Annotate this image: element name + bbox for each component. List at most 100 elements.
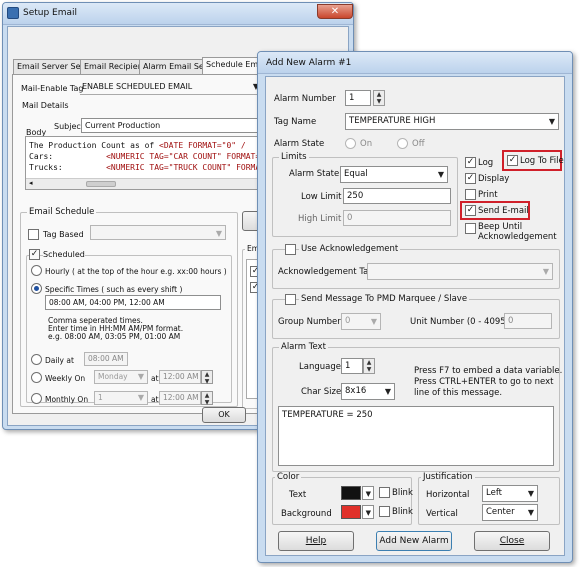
monthly-label: Monthly On	[45, 395, 89, 404]
chevron-down-icon: ▼	[365, 509, 371, 517]
char-size-combo[interactable]: 8x16 ▼	[341, 383, 395, 400]
text-color-swatch[interactable]	[341, 486, 361, 500]
background-color-label: Background	[281, 509, 332, 519]
alarm-text-textarea[interactable]: TEMPERATURE = 250	[278, 406, 554, 466]
weekly-at-label: at	[151, 374, 159, 383]
weekly-day-combo[interactable]: Monday ▼	[94, 370, 148, 384]
vertical-combo[interactable]: Center ▼	[482, 504, 538, 521]
specific-times-input[interactable]: 08:00 AM, 04:00 PM, 12:00 AM	[45, 295, 221, 310]
alarm-text-label: Alarm Text	[279, 342, 328, 352]
tag-based-combo[interactable]: ▼	[90, 225, 226, 240]
daily-label: Daily at	[45, 356, 74, 365]
alarm-state-on-radio[interactable]	[345, 138, 356, 149]
subject-value: Current Production	[85, 121, 161, 130]
alarm-state-label: Alarm State	[274, 139, 325, 149]
add-new-alarm-window: Add New Alarm #1 Alarm Number 1 ▲ ▼ Tag N…	[257, 51, 573, 563]
ok-button[interactable]: OK	[202, 407, 246, 423]
scroll-thumb[interactable]	[86, 181, 116, 187]
add-new-alarm-button[interactable]: Add New Alarm	[376, 531, 452, 551]
close-icon[interactable]: ✕	[317, 4, 353, 19]
daily-radio[interactable]	[31, 354, 42, 365]
log-label: Log	[478, 158, 494, 168]
low-limit-label: Low Limit	[301, 192, 342, 202]
specific-times-radio[interactable]	[31, 283, 42, 294]
high-limit-label: High Limit	[298, 214, 342, 224]
background-color-swatch[interactable]	[341, 505, 361, 519]
send-email-checkbox[interactable]: ✓	[465, 205, 476, 216]
alarm-state-off-radio[interactable]	[397, 138, 408, 149]
alarm-state-on-label: On	[360, 139, 373, 149]
scheduled-checkbox[interactable]: ✓	[29, 249, 40, 260]
display-checkbox[interactable]: ✓	[465, 173, 476, 184]
weekly-radio[interactable]	[31, 372, 42, 383]
tag-name-value: TEMPERATURE HIGH	[349, 116, 436, 126]
text-blink-checkbox[interactable]	[379, 487, 390, 498]
setup-email-titlebar[interactable]: Setup Email ✕	[3, 3, 353, 25]
limits-label: Limits	[279, 152, 309, 162]
high-limit-input[interactable]: 0	[343, 210, 451, 226]
print-checkbox[interactable]	[465, 189, 476, 200]
daily-time-input[interactable]: 08:00 AM	[84, 352, 128, 366]
chevron-down-icon: ▼	[384, 387, 391, 396]
justification-label: Justification	[421, 472, 475, 482]
limits-alarm-state-label: Alarm State	[289, 169, 340, 179]
monthly-time-spinner[interactable]: ▲ ▼	[201, 391, 213, 406]
ctrl-hint: Press CTRL+ENTER to go to next line of t…	[414, 377, 554, 398]
body-line-2: Cars: <NUMERIC TAG="CAR COUNT" FORMAT="	[29, 152, 266, 161]
pmd-label: Send Message To PMD Marquee / Slave	[299, 294, 470, 304]
alarm-number-input[interactable]: 1	[345, 90, 371, 106]
horizontal-combo[interactable]: Left ▼	[482, 485, 538, 502]
mail-enable-tag-combo[interactable]: ENABLE SCHEDULED EMAIL ▼	[80, 81, 262, 95]
use-ack-label: Use Acknowledgement	[299, 244, 401, 254]
hint-line-3: e.g. 08:00 AM, 03:05 PM, 01:00 AM	[48, 332, 181, 341]
add-alarm-titlebar[interactable]: Add New Alarm #1	[258, 52, 572, 74]
chevron-down-icon: ▼	[527, 489, 534, 498]
background-color-dropdown[interactable]: ▼	[362, 505, 374, 519]
monthly-day-combo[interactable]: 1 ▼	[94, 391, 148, 405]
ack-tag-combo[interactable]: ▼	[367, 263, 553, 280]
beep-checkbox[interactable]	[465, 223, 476, 234]
weekly-time-spinner[interactable]: ▲ ▼	[201, 370, 213, 385]
language-spinner[interactable]: ▲ ▼	[363, 358, 375, 374]
unit-number-label: Unit Number (0 - 4095)	[410, 317, 509, 327]
help-button[interactable]: Help	[278, 531, 354, 551]
text-color-label: Text	[289, 490, 307, 500]
log-checkbox[interactable]: ✓	[465, 157, 476, 168]
low-limit-input[interactable]: 250	[343, 188, 451, 204]
background-blink-label: Blink	[392, 507, 413, 517]
send-email-label: Send E-mail	[478, 206, 529, 216]
app-icon	[7, 7, 19, 19]
add-alarm-title: Add New Alarm #1	[266, 58, 352, 68]
chevron-down-icon: ▼	[137, 393, 144, 402]
alarm-text-value: TEMPERATURE = 250	[282, 410, 373, 420]
pmd-checkbox[interactable]	[285, 294, 296, 305]
hourly-radio[interactable]	[31, 265, 42, 276]
tag-name-combo[interactable]: TEMPERATURE HIGH ▼	[345, 113, 559, 130]
close-button[interactable]: Close	[474, 531, 550, 551]
use-ack-checkbox[interactable]	[285, 244, 296, 255]
body-line-3: Trucks: <NUMERIC TAG="TRUCK COUNT" FORMA…	[29, 163, 266, 172]
group-number-combo[interactable]: 0 ▼	[341, 313, 381, 330]
monthly-radio[interactable]	[31, 393, 42, 404]
alarm-number-label: Alarm Number	[274, 94, 336, 104]
limits-alarm-state-combo[interactable]: Equal ▼	[340, 166, 448, 183]
background-blink-checkbox[interactable]	[379, 506, 390, 517]
chevron-down-icon: ▼	[137, 372, 144, 381]
weekly-label: Weekly On	[45, 374, 86, 383]
alarm-state-off-label: Off	[412, 139, 425, 149]
log-to-file-label: Log To File	[520, 156, 564, 166]
unit-number-input[interactable]: 0	[504, 313, 552, 329]
horizontal-label: Horizontal	[426, 490, 470, 500]
language-input[interactable]: 1	[341, 358, 363, 374]
email-schedule-label: Email Schedule	[27, 207, 97, 217]
scheduled-label: Scheduled	[43, 250, 85, 259]
weekly-time-input[interactable]: 12:00 AM	[159, 370, 201, 384]
mail-enable-tag-label: Mail-Enable Tag	[21, 84, 84, 93]
tag-based-checkbox[interactable]	[28, 229, 39, 240]
tag-name-label: Tag Name	[274, 117, 317, 127]
text-color-dropdown[interactable]: ▼	[362, 486, 374, 500]
alarm-number-spinner[interactable]: ▲ ▼	[373, 90, 385, 106]
monthly-time-input[interactable]: 12:00 AM	[159, 391, 201, 405]
log-to-file-checkbox[interactable]: ✓	[507, 155, 518, 166]
scroll-left-icon[interactable]: ◂	[29, 179, 33, 187]
